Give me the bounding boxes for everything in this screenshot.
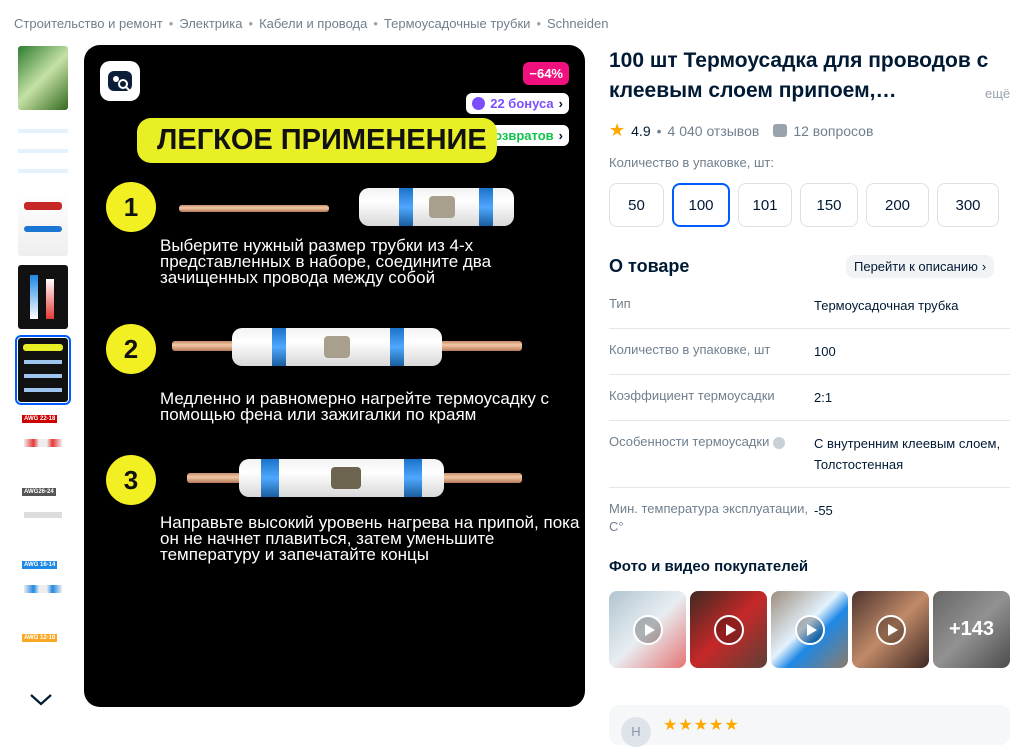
thumbnail-label: AWG26-24: [22, 488, 56, 496]
breadcrumb-separator: •: [168, 16, 174, 31]
wire-illustration: [179, 205, 329, 212]
discount-badge: −64%: [523, 62, 569, 85]
quantity-option[interactable]: 101: [738, 183, 792, 227]
play-icon: [795, 615, 825, 645]
spec-value: С внутренним клеевым слоем, Толстостенна…: [814, 436, 1001, 472]
image-search-icon: [108, 71, 132, 92]
thumbnail-strip: AWG 22-18 AWG26-24 AWG 16-14 AWG 12-10: [15, 46, 71, 671]
reviews-link[interactable]: 4 040 отзывов: [668, 123, 760, 139]
title-more-link[interactable]: ещё: [985, 86, 1010, 101]
info-icon[interactable]: [772, 436, 785, 449]
breadcrumb-item[interactable]: Schneiden: [547, 16, 608, 31]
play-icon: [633, 615, 663, 645]
breadcrumb: Строительство и ремонт • Электрика • Кабел…: [14, 16, 608, 31]
spec-row: Коэффициент термоусадки 2:1: [609, 375, 1010, 421]
breadcrumb-separator: •: [373, 16, 378, 31]
quantity-option[interactable]: 50: [609, 183, 664, 227]
step-number: 3: [106, 455, 156, 505]
review-card[interactable]: Н ★★★★★: [609, 705, 1010, 747]
goto-description-button[interactable]: Перейти к описанию ›: [846, 255, 995, 278]
rating-separator: •: [656, 122, 662, 139]
tube-illustration: [359, 188, 514, 226]
star-icon: ★: [609, 120, 626, 140]
quantity-option[interactable]: 150: [800, 183, 858, 227]
product-title: 100 шт Термоусадка для проводов с клеевы…: [609, 49, 989, 102]
thumbnail[interactable]: [18, 119, 68, 183]
avatar: Н: [621, 717, 651, 747]
spec-row: Мин. температура эксплуатации, С° -55: [609, 488, 1010, 548]
quantity-option-selected[interactable]: 100: [672, 183, 730, 227]
customer-video[interactable]: [609, 591, 686, 668]
quantity-options: 50 100 101 150 200 300: [609, 183, 999, 227]
play-icon: [876, 615, 906, 645]
thumbnail-label: AWG 22-18: [22, 415, 58, 423]
review-stars: ★★★★★: [663, 717, 740, 734]
spec-row: Количество в упаковке, шт 100: [609, 329, 1010, 375]
step-number: 1: [106, 182, 156, 232]
customer-photos: +143: [609, 591, 1010, 668]
spec-key: Мин. температура эксплуатации, С°: [609, 501, 808, 534]
thumbnail[interactable]: [18, 192, 68, 256]
customer-video[interactable]: [771, 591, 848, 668]
spec-value: 100: [814, 344, 836, 359]
bonus-label: 22 бонуса: [490, 96, 554, 111]
spec-key: Количество в упаковке, шт: [609, 342, 771, 357]
quantity-label: Количество в упаковке, шт:: [609, 155, 774, 170]
chevron-right-icon: ›: [558, 96, 563, 111]
spec-value: 2:1: [814, 390, 833, 405]
breadcrumb-item[interactable]: Кабели и провода: [259, 16, 367, 31]
main-product-image[interactable]: −64% 22 бонуса › 0% возвратов › ЛЕГКОЕ ПРИ…: [84, 45, 585, 707]
customer-photos-more[interactable]: +143: [933, 591, 1010, 668]
more-photos-count: +143: [933, 591, 1010, 668]
customer-photos-title: Фото и видео покупателей: [609, 558, 809, 575]
thumbnail[interactable]: [15, 335, 71, 405]
customer-video[interactable]: [690, 591, 767, 668]
bonus-icon: [472, 97, 486, 110]
thumbnail-label: AWG 16-14: [22, 561, 58, 569]
spec-key: Особенности термоусадки: [609, 434, 770, 449]
rating-value: 4.9: [631, 122, 651, 139]
step-number: 2: [106, 324, 156, 374]
spec-key-with-info: Особенности термоусадки: [609, 433, 814, 475]
thumbnail[interactable]: AWG 22-18: [18, 411, 68, 475]
thumbnail[interactable]: AWG 16-14: [18, 557, 68, 621]
thumbnail[interactable]: AWG 12-10: [18, 630, 68, 662]
thumbnail-label: AWG 12-10: [22, 634, 58, 642]
chevron-right-icon: ›: [981, 259, 987, 274]
image-search-button[interactable]: [100, 61, 140, 101]
breadcrumb-separator: •: [248, 16, 254, 31]
spec-value: -55: [814, 503, 833, 518]
step-text: Направьте высокий уровень нагрева на при…: [160, 513, 580, 564]
spec-table: Тип Термоусадочная трубка Количество в уп…: [609, 283, 1010, 548]
quantity-option[interactable]: 200: [866, 183, 929, 227]
spec-row: Тип Термоусадочная трубка: [609, 283, 1010, 329]
step-text: Выберите нужный размер трубки из 4-х пре…: [160, 236, 492, 287]
breadcrumb-item[interactable]: Термоусадочные трубки: [384, 16, 531, 31]
questions-link[interactable]: 12 вопросов: [793, 123, 873, 139]
rating-row: ★ 4.9 • 4 040 отзывов 12 вопросов: [609, 120, 873, 141]
spec-row: Особенности термоусадки С внутренним кле…: [609, 421, 1010, 488]
tube-illustration: [232, 328, 442, 366]
spec-value: Термоусадочная трубка: [814, 298, 959, 313]
image-heading: ЛЕГКОЕ ПРИМЕНЕНИЕ: [137, 118, 497, 163]
spec-key: Тип: [609, 296, 631, 311]
about-title: О товаре: [609, 256, 690, 276]
chevron-right-icon: ›: [558, 128, 563, 143]
breadcrumb-separator: •: [536, 16, 541, 31]
bonus-badge[interactable]: 22 бонуса ›: [466, 93, 569, 114]
thumbnail[interactable]: [18, 46, 68, 110]
tube-illustration: [239, 459, 444, 497]
thumbnail[interactable]: [18, 265, 68, 329]
spec-key: Коэффициент термоусадки: [609, 388, 775, 403]
chevron-down-icon[interactable]: [28, 690, 54, 708]
questions-icon: [773, 124, 788, 137]
goto-description-label: Перейти к описанию: [854, 259, 978, 274]
quantity-option[interactable]: 300: [937, 183, 999, 227]
breadcrumb-item[interactable]: Строительство и ремонт: [14, 16, 163, 31]
step-text: Медленно и равномерно нагрейте термоусад…: [160, 389, 550, 424]
breadcrumb-item[interactable]: Электрика: [179, 16, 242, 31]
thumbnail[interactable]: AWG26-24: [18, 484, 68, 548]
customer-video[interactable]: [852, 591, 929, 668]
play-icon: [714, 615, 744, 645]
